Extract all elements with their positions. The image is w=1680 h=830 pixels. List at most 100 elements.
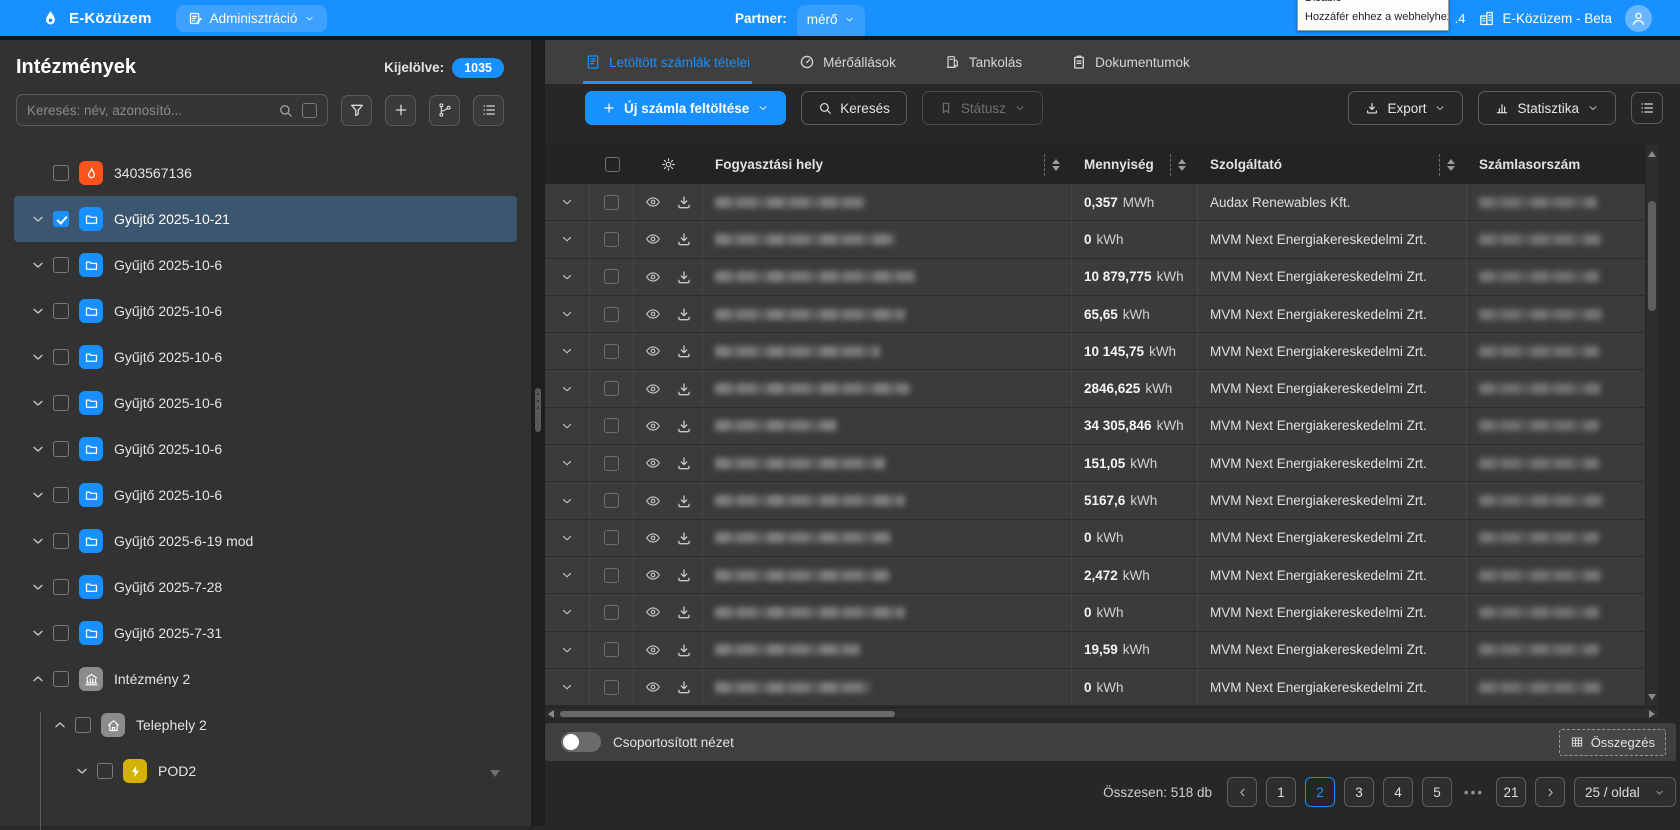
download-row-icon[interactable] [676,530,692,546]
tab-let-lt-tt-sz-ml-k-t-telei[interactable]: Letöltött számlák tételei [582,40,753,84]
user-avatar[interactable] [1625,4,1652,32]
download-row-icon[interactable] [676,642,692,658]
row-expand-chevron-icon[interactable] [560,531,574,545]
vertical-scroll-thumb[interactable] [1648,201,1656,311]
row-checkbox[interactable] [604,530,619,546]
row-expand-chevron-icon[interactable] [560,307,574,321]
download-row-icon[interactable] [676,455,692,471]
tab-m-r-ll-sok[interactable]: Mérőállások [799,40,896,84]
panel-resize-grip[interactable] [535,388,541,432]
download-row-icon[interactable] [676,343,692,359]
tree-expand-chevron-down-icon[interactable] [30,487,46,503]
search-button[interactable]: Keresés [801,91,907,125]
add-institution-button[interactable] [385,94,416,126]
tree-item-checkbox[interactable] [53,671,69,687]
view-row-icon[interactable] [645,306,661,322]
row-expand-chevron-icon[interactable] [560,195,574,209]
row-checkbox[interactable] [604,269,619,285]
tree-item-checkbox[interactable] [53,625,69,641]
tree-item[interactable]: POD2 [14,748,517,794]
row-expand-chevron-icon[interactable] [560,419,574,433]
pagination-page-2[interactable]: 2 [1305,777,1335,807]
row-expand-chevron-icon[interactable] [560,494,574,508]
row-checkbox[interactable] [604,343,619,359]
view-row-icon[interactable] [645,418,661,434]
pagination-ellipsis[interactable]: ••• [1461,785,1487,800]
row-expand-chevron-icon[interactable] [560,270,574,284]
pagination-page-3[interactable]: 3 [1344,777,1374,807]
tree-expand-chevron-down-icon[interactable] [30,533,46,549]
gear-icon[interactable] [660,156,677,173]
pagination-prev-button[interactable] [1227,777,1257,807]
tree-item[interactable]: 3403567136 [14,150,517,196]
tree-expand-chevron-down-icon[interactable] [30,303,46,319]
statistics-button[interactable]: Statisztika [1478,91,1616,125]
tree-item-checkbox[interactable] [53,211,69,227]
scroll-left-arrow[interactable] [548,709,554,718]
pagination-next-button[interactable] [1535,777,1565,807]
tree-item[interactable]: Gyűjtő 2025-10-6 [14,380,517,426]
tree-item-checkbox[interactable] [53,395,69,411]
column-header-provider[interactable]: Szolgáltató [1198,145,1467,184]
grouped-view-toggle[interactable] [561,732,601,752]
row-expand-chevron-icon[interactable] [560,568,574,582]
download-row-icon[interactable] [676,381,692,397]
tree-item-checkbox[interactable] [53,487,69,503]
download-row-icon[interactable] [676,231,692,247]
sort-control[interactable] [1162,153,1186,176]
tree-item-checkbox[interactable] [53,257,69,273]
column-header-invoice[interactable]: Számlasorszám [1467,145,1645,184]
row-checkbox[interactable] [604,455,619,471]
tree-expand-chevron-up-icon[interactable] [52,717,68,733]
view-row-icon[interactable] [645,269,661,285]
tree-item[interactable]: Gyűjtő 2025-10-21 [14,196,517,242]
sidebar-scroll-down-arrow[interactable] [490,770,500,777]
horizontal-scrollbar[interactable] [545,709,1658,718]
view-row-icon[interactable] [645,567,661,583]
tree-expand-chevron-down-icon[interactable] [30,625,46,641]
pagination-page-5[interactable]: 5 [1422,777,1452,807]
status-filter-button[interactable]: Státusz [921,91,1043,125]
row-expand-chevron-icon[interactable] [560,605,574,619]
tree-item[interactable]: Gyűjtő 2025-10-6 [14,242,517,288]
summary-button[interactable]: Összegzés [1558,728,1666,756]
column-settings-button[interactable] [1631,92,1663,124]
row-checkbox[interactable] [604,306,619,322]
tree-item-checkbox[interactable] [97,763,113,779]
tab-dokumentumok[interactable]: Dokumentumok [1071,40,1190,84]
tree-expand-chevron-down-icon[interactable] [30,441,46,457]
row-checkbox[interactable] [604,231,619,247]
row-checkbox[interactable] [604,604,619,620]
row-expand-chevron-icon[interactable] [560,344,574,358]
tree-expand-chevron-up-icon[interactable] [30,671,46,687]
tree-expand-chevron-down-icon[interactable] [74,763,90,779]
view-row-icon[interactable] [645,231,661,247]
row-checkbox[interactable] [604,194,619,210]
pagination-page-4[interactable]: 4 [1383,777,1413,807]
pagination-last-page[interactable]: 21 [1496,777,1526,807]
pagination-page-1[interactable]: 1 [1266,777,1296,807]
tree-item-checkbox[interactable] [75,717,91,733]
tree-item-checkbox[interactable] [53,441,69,457]
hierarchy-view-button[interactable] [429,94,460,126]
horizontal-scroll-thumb[interactable] [560,710,895,717]
download-row-icon[interactable] [676,418,692,434]
vertical-scrollbar[interactable] [1646,145,1658,706]
search-input[interactable] [27,102,269,118]
row-checkbox[interactable] [604,493,619,509]
view-row-icon[interactable] [645,343,661,359]
row-expand-chevron-icon[interactable] [560,456,574,470]
tree-item-checkbox[interactable] [53,579,69,595]
sidebar-search-box[interactable] [16,94,328,126]
tree-item-checkbox[interactable] [53,165,69,181]
tree-item[interactable]: Gyűjtő 2025-7-28 [14,564,517,610]
tree-item-checkbox[interactable] [53,349,69,365]
tree-expand-chevron-down-icon[interactable] [30,257,46,273]
view-row-icon[interactable] [645,381,661,397]
download-row-icon[interactable] [676,306,692,322]
view-row-icon[interactable] [645,493,661,509]
row-checkbox[interactable] [604,418,619,434]
search-select-checkbox[interactable] [302,102,317,118]
tree-item[interactable]: Gyűjtő 2025-7-31 [14,610,517,656]
tree-expand-chevron-down-icon[interactable] [30,211,46,227]
